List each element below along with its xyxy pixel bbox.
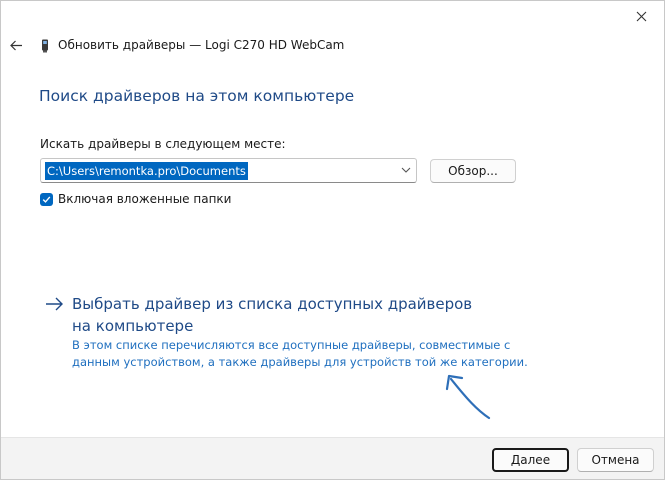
dialog-title: Обновить драйверы — Logi C270 HD WebCam [58,38,345,52]
back-button[interactable] [7,36,25,54]
cancel-button[interactable]: Отмена [577,448,654,472]
include-subfolders-label: Включая вложенные папки [58,192,232,206]
webcam-device-icon [42,39,48,53]
chevron-down-icon[interactable] [400,164,412,176]
path-input-value[interactable]: C:\Users\remontka.pro\Documents [45,162,248,180]
close-icon [636,11,646,21]
path-label: Искать драйверы в следующем месте: [40,137,286,151]
next-button[interactable]: Далее [492,448,569,472]
page-heading: Поиск драйверов на этом компьютере [39,87,355,105]
pick-driver-from-list-link[interactable]: Выбрать драйвер из списка доступных драй… [72,293,492,337]
path-combobox[interactable]: C:\Users\remontka.pro\Documents [40,158,417,183]
include-subfolders-checkbox-row[interactable]: Включая вложенные папки [40,192,231,206]
annotation-arrow-icon [445,374,491,420]
checkmark-icon [42,195,51,203]
update-drivers-dialog: Обновить драйверы — Logi C270 HD WebCam … [0,0,665,480]
back-arrow-icon [9,40,22,50]
close-button[interactable] [626,5,656,27]
browse-button[interactable]: Обзор... [430,159,516,183]
include-subfolders-checkbox[interactable] [40,192,53,206]
right-arrow-icon[interactable] [45,296,65,312]
